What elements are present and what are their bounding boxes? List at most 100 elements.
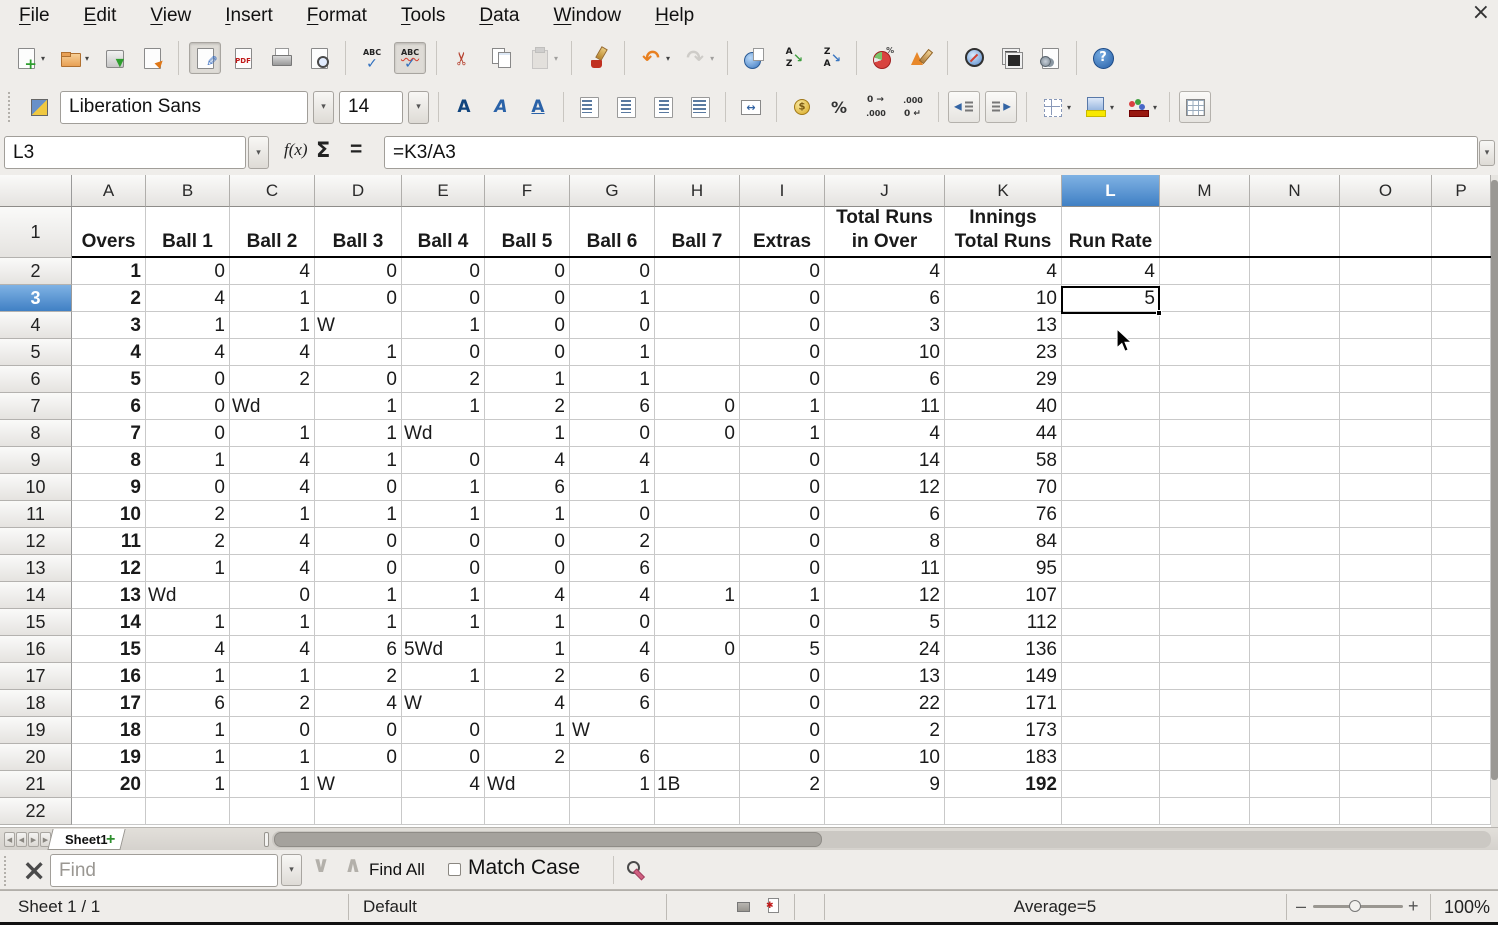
close-icon[interactable]: × [1472, 2, 1490, 24]
cell-P12[interactable] [1432, 528, 1491, 555]
row-header-7[interactable]: 7 [0, 393, 72, 420]
cell-K5[interactable]: 23 [945, 339, 1062, 366]
cell-C22[interactable] [230, 798, 315, 825]
cell-O4[interactable] [1340, 312, 1432, 339]
cell-H19[interactable] [655, 717, 740, 744]
name-box-dropdown-icon[interactable]: ▾ [248, 136, 269, 169]
zoom-percent-label[interactable]: 100% [1410, 897, 1490, 918]
cell-G1[interactable]: Ball 6 [570, 207, 655, 256]
cell-K22[interactable] [945, 798, 1062, 825]
cell-H2[interactable] [655, 258, 740, 285]
cell-H1[interactable]: Ball 7 [655, 207, 740, 256]
currency-button[interactable] [786, 91, 818, 123]
align-center-button[interactable] [610, 91, 642, 123]
cell-E19[interactable]: 0 [402, 717, 485, 744]
cell-D19[interactable]: 0 [315, 717, 402, 744]
print-preview-button[interactable] [303, 42, 335, 74]
row-header-10[interactable]: 10 [0, 474, 72, 501]
cell-J11[interactable]: 6 [825, 501, 945, 528]
cell-I9[interactable]: 0 [740, 447, 825, 474]
cell-E1[interactable]: Ball 4 [402, 207, 485, 256]
cell-K15[interactable]: 112 [945, 609, 1062, 636]
font-color-button[interactable]: ▾ [1122, 91, 1160, 123]
vertical-scrollbar[interactable] [1491, 175, 1498, 827]
decrease-indent-button[interactable] [948, 91, 980, 123]
cell-G7[interactable]: 6 [570, 393, 655, 420]
cell-B16[interactable]: 4 [146, 636, 230, 663]
cell-G6[interactable]: 1 [570, 366, 655, 393]
toolbar-grip[interactable] [8, 92, 12, 122]
cell-C2[interactable]: 4 [230, 258, 315, 285]
cell-B17[interactable]: 1 [146, 663, 230, 690]
cell-D15[interactable]: 1 [315, 609, 402, 636]
cell-A21[interactable]: 20 [72, 771, 146, 798]
row-header-17[interactable]: 17 [0, 663, 72, 690]
cell-F22[interactable] [485, 798, 570, 825]
cell-B19[interactable]: 1 [146, 717, 230, 744]
cell-O17[interactable] [1340, 663, 1432, 690]
cell-N3[interactable] [1250, 285, 1340, 312]
cell-E17[interactable]: 1 [402, 663, 485, 690]
cell-C19[interactable]: 0 [230, 717, 315, 744]
cell-G12[interactable]: 2 [570, 528, 655, 555]
cell-A20[interactable]: 19 [72, 744, 146, 771]
cell-H14[interactable]: 1 [655, 582, 740, 609]
cell-C20[interactable]: 1 [230, 744, 315, 771]
cell-H9[interactable] [655, 447, 740, 474]
cell-P6[interactable] [1432, 366, 1491, 393]
delete-decimal-button[interactable] [897, 91, 929, 123]
cell-K11[interactable]: 76 [945, 501, 1062, 528]
cell-J8[interactable]: 4 [825, 420, 945, 447]
paste-button[interactable]: ▾ [523, 42, 561, 74]
cell-K10[interactable]: 70 [945, 474, 1062, 501]
cell-L14[interactable] [1062, 582, 1160, 609]
row-header-6[interactable]: 6 [0, 366, 72, 393]
borders-button[interactable]: ▾ [1036, 91, 1074, 123]
cell-K6[interactable]: 29 [945, 366, 1062, 393]
cell-L22[interactable] [1062, 798, 1160, 825]
cell-A22[interactable] [72, 798, 146, 825]
insert-chart-button[interactable] [867, 42, 899, 74]
horizontal-splitter[interactable] [264, 832, 269, 847]
cell-L9[interactable] [1062, 447, 1160, 474]
cell-P18[interactable] [1432, 690, 1491, 717]
cell-F19[interactable]: 1 [485, 717, 570, 744]
cell-O19[interactable] [1340, 717, 1432, 744]
cell-H22[interactable] [655, 798, 740, 825]
cell-K9[interactable]: 58 [945, 447, 1062, 474]
cell-I14[interactable]: 1 [740, 582, 825, 609]
horizontal-scrollbar-thumb[interactable] [274, 832, 822, 847]
cell-F11[interactable]: 1 [485, 501, 570, 528]
cell-I19[interactable]: 0 [740, 717, 825, 744]
cell-P5[interactable] [1432, 339, 1491, 366]
cell-P22[interactable] [1432, 798, 1491, 825]
cell-O12[interactable] [1340, 528, 1432, 555]
font-size-dropdown-icon[interactable]: ▾ [408, 91, 429, 124]
add-decimal-button[interactable] [860, 91, 892, 123]
cell-P2[interactable] [1432, 258, 1491, 285]
cell-E16[interactable]: 5Wd [402, 636, 485, 663]
cell-N6[interactable] [1250, 366, 1340, 393]
menu-insert[interactable]: Insert [208, 2, 290, 30]
search-history-dropdown-icon[interactable]: ▾ [281, 854, 302, 886]
cell-F16[interactable]: 1 [485, 636, 570, 663]
cell-A17[interactable]: 16 [72, 663, 146, 690]
cell-F14[interactable]: 4 [485, 582, 570, 609]
menu-help[interactable]: Help [638, 2, 711, 30]
cell-P10[interactable] [1432, 474, 1491, 501]
cell-M14[interactable] [1160, 582, 1250, 609]
cell-P20[interactable] [1432, 744, 1491, 771]
cell-K21[interactable]: 192 [945, 771, 1062, 798]
cell-K1[interactable]: Innings Total Runs [945, 207, 1062, 256]
cell-M15[interactable] [1160, 609, 1250, 636]
cell-H11[interactable] [655, 501, 740, 528]
cell-N7[interactable] [1250, 393, 1340, 420]
redo-button[interactable]: ▾ [679, 42, 717, 74]
cell-C18[interactable]: 2 [230, 690, 315, 717]
cell-C17[interactable]: 1 [230, 663, 315, 690]
column-header-A[interactable]: A [72, 175, 146, 207]
cell-B15[interactable]: 1 [146, 609, 230, 636]
row-header-20[interactable]: 20 [0, 744, 72, 771]
cell-D4[interactable]: W [315, 312, 402, 339]
cell-L16[interactable] [1062, 636, 1160, 663]
